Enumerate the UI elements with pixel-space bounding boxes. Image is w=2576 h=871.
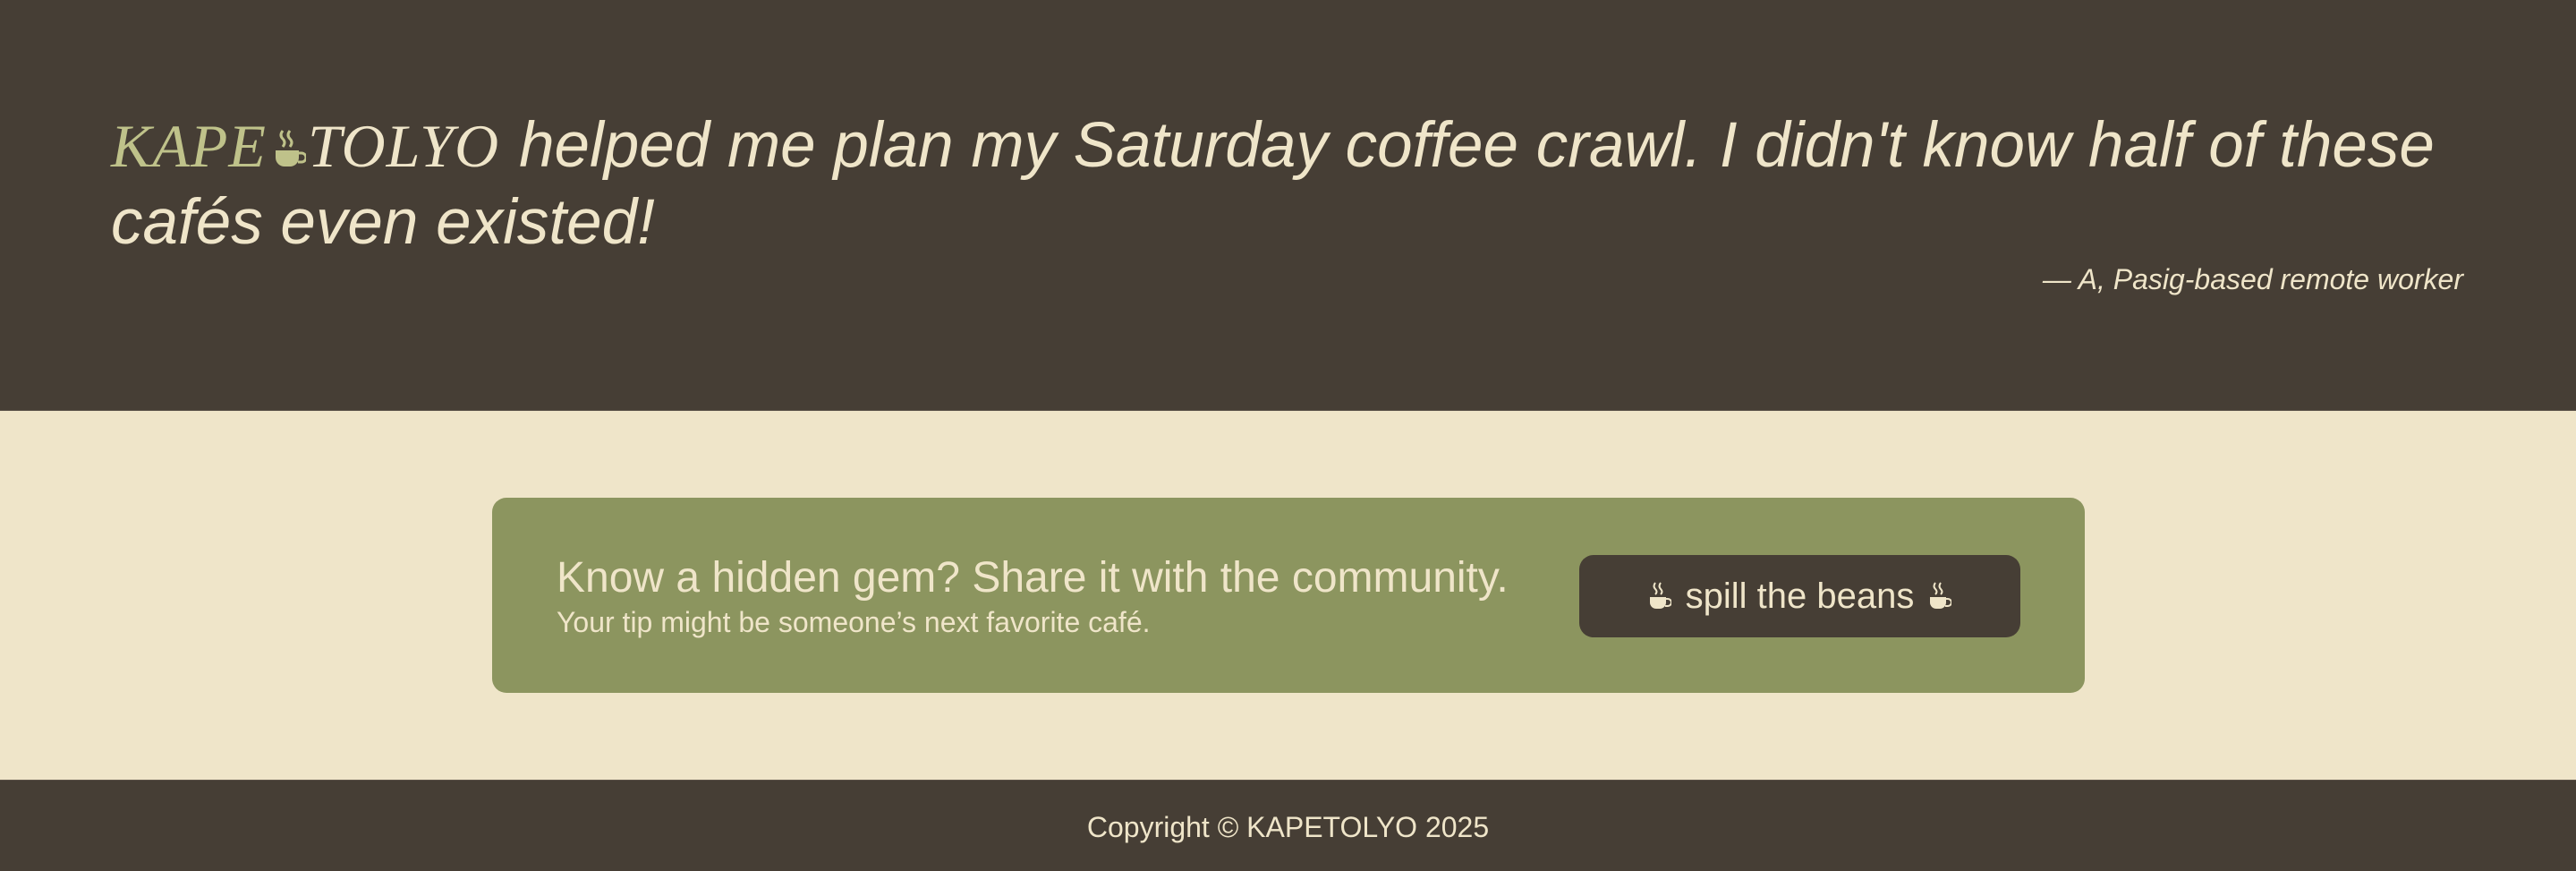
coffee-cup-icon bbox=[272, 127, 306, 170]
copyright-text: Copyright © KAPETOLYO 2025 bbox=[1086, 811, 1490, 843]
brand-logo-part1: KAPE bbox=[111, 112, 267, 180]
brand-logo: KAPE TOLYO bbox=[111, 112, 499, 180]
footer: Copyright © KAPETOLYO 2025 bbox=[0, 780, 2576, 871]
brand-logo-part2: TOLYO bbox=[307, 112, 500, 180]
cta-section: Know a hidden gem? Share it with the com… bbox=[0, 411, 2576, 780]
cta-heading: Know a hidden gem? Share it with the com… bbox=[557, 554, 1509, 602]
testimonial-section: KAPE TOLYO helped me plan my Saturday coff… bbox=[0, 0, 2576, 411]
coffee-cup-icon bbox=[1928, 581, 1952, 611]
cta-subtext: Your tip might be someone’s next favorit… bbox=[557, 606, 1151, 638]
cta-card: Know a hidden gem? Share it with the com… bbox=[492, 498, 2085, 693]
spill-the-beans-label: spill the beans bbox=[1685, 576, 1915, 616]
testimonial-attribution: — A, Pasig-based remote worker bbox=[2042, 263, 2463, 295]
testimonial-quote: KAPE TOLYO helped me plan my Saturday coff… bbox=[111, 107, 2473, 261]
spill-the-beans-button[interactable]: spill the beans bbox=[1579, 555, 2020, 637]
coffee-cup-icon bbox=[1648, 581, 1671, 611]
